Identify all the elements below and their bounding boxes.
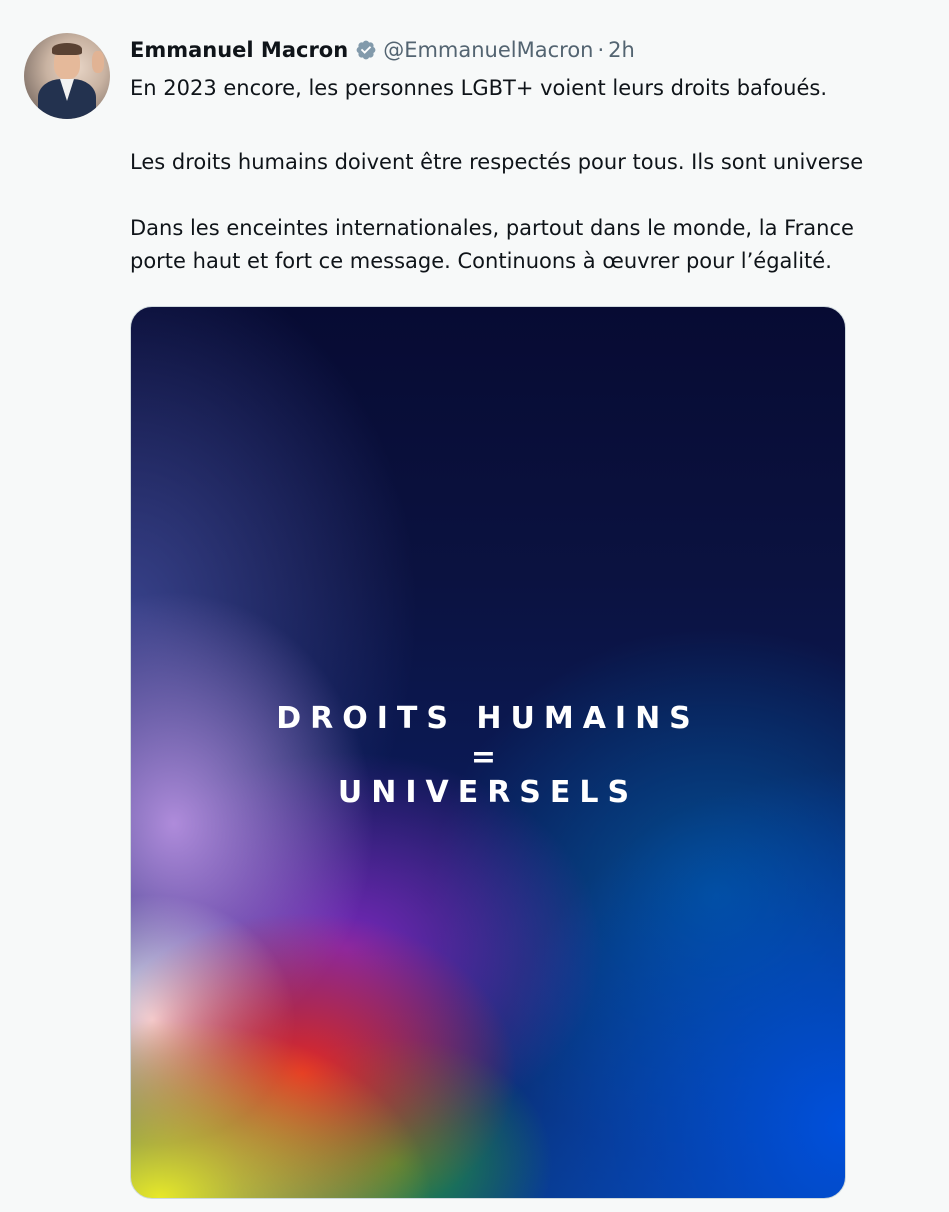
tweet-text-line: En 2023 encore, les personnes LGBT+ voie…: [130, 76, 827, 100]
avatar-hair: [52, 43, 82, 55]
tweet-text-line: Dans les enceintes internationales, part…: [130, 216, 854, 240]
header-separator: ·: [597, 38, 605, 62]
tweet-header: Emmanuel Macron @EmmanuelMacron · 2h: [130, 35, 635, 65]
tweet-timestamp[interactable]: 2h: [608, 35, 635, 65]
media-text-line3: UNIVERSELS: [337, 775, 639, 810]
author-handle[interactable]: @EmmanuelMacron: [383, 35, 593, 65]
verified-badge-icon[interactable]: [355, 39, 377, 61]
media-text-equals: =: [470, 740, 506, 775]
author-avatar[interactable]: [24, 33, 110, 119]
tweet-media-image[interactable]: DROITS HUMAINS = UNIVERSELS: [130, 306, 846, 1199]
tweet-text-line: Les droits humains doivent être respecté…: [130, 150, 864, 174]
tweet-text-line: porte haut et fort ce message. Continuon…: [130, 249, 832, 273]
media-text-line1: DROITS HUMAINS: [276, 701, 700, 736]
avatar-hand: [92, 51, 104, 73]
tweet[interactable]: Emmanuel Macron @EmmanuelMacron · 2h En …: [0, 0, 949, 1212]
author-name[interactable]: Emmanuel Macron: [130, 35, 348, 65]
